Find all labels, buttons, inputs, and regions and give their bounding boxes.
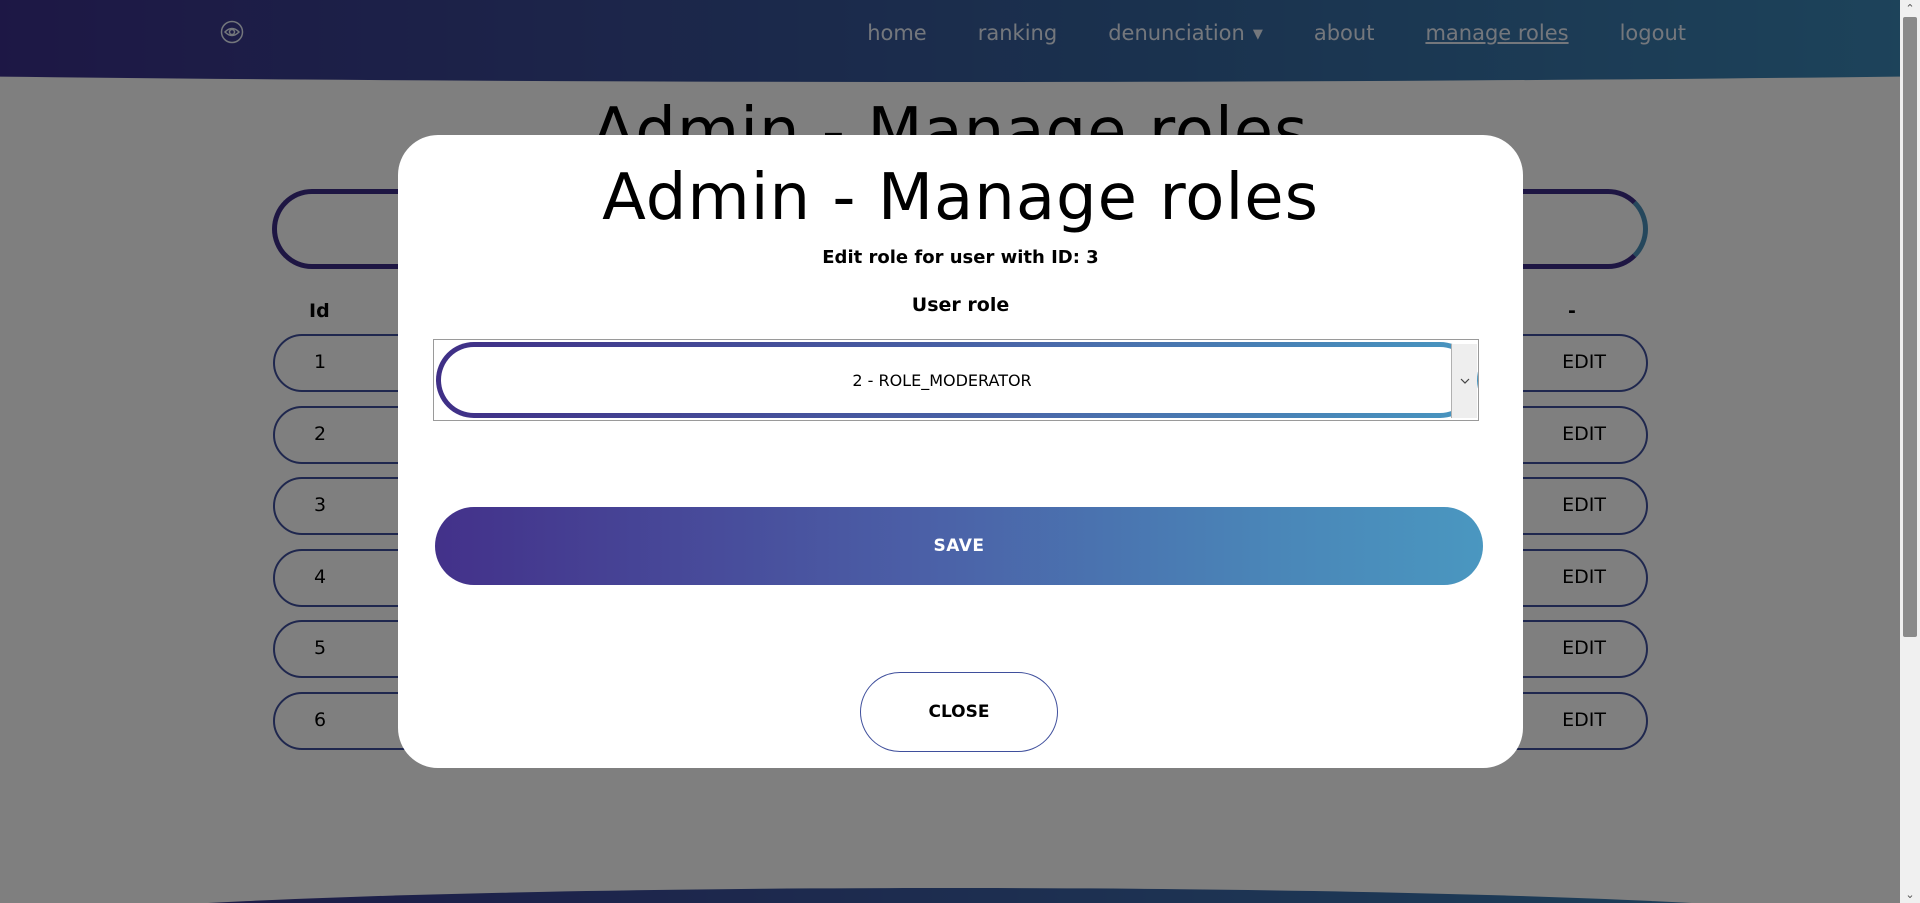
- scroll-down-icon[interactable]: ⌄: [1900, 886, 1920, 903]
- role-select[interactable]: 2 - ROLE_MODERATOR: [433, 339, 1479, 421]
- scrollbar-thumb[interactable]: [1903, 17, 1917, 637]
- scrollbar[interactable]: ⌃ ⌄: [1900, 0, 1920, 903]
- scroll-up-icon[interactable]: ⌃: [1900, 0, 1920, 17]
- role-select-border: 2 - ROLE_MODERATOR: [436, 342, 1478, 418]
- user-role-label: User role: [911, 294, 1010, 316]
- edit-role-modal: Admin - Manage roles Edit role for user …: [398, 135, 1523, 768]
- chevron-down-icon[interactable]: [1451, 344, 1477, 418]
- close-button[interactable]: CLOSE: [860, 672, 1058, 752]
- modal-subtitle: Edit role for user with ID: 3: [822, 247, 1099, 268]
- modal-title: Admin - Manage roles: [602, 161, 1319, 235]
- save-button[interactable]: SAVE: [435, 507, 1483, 585]
- role-select-value: 2 - ROLE_MODERATOR: [441, 347, 1473, 413]
